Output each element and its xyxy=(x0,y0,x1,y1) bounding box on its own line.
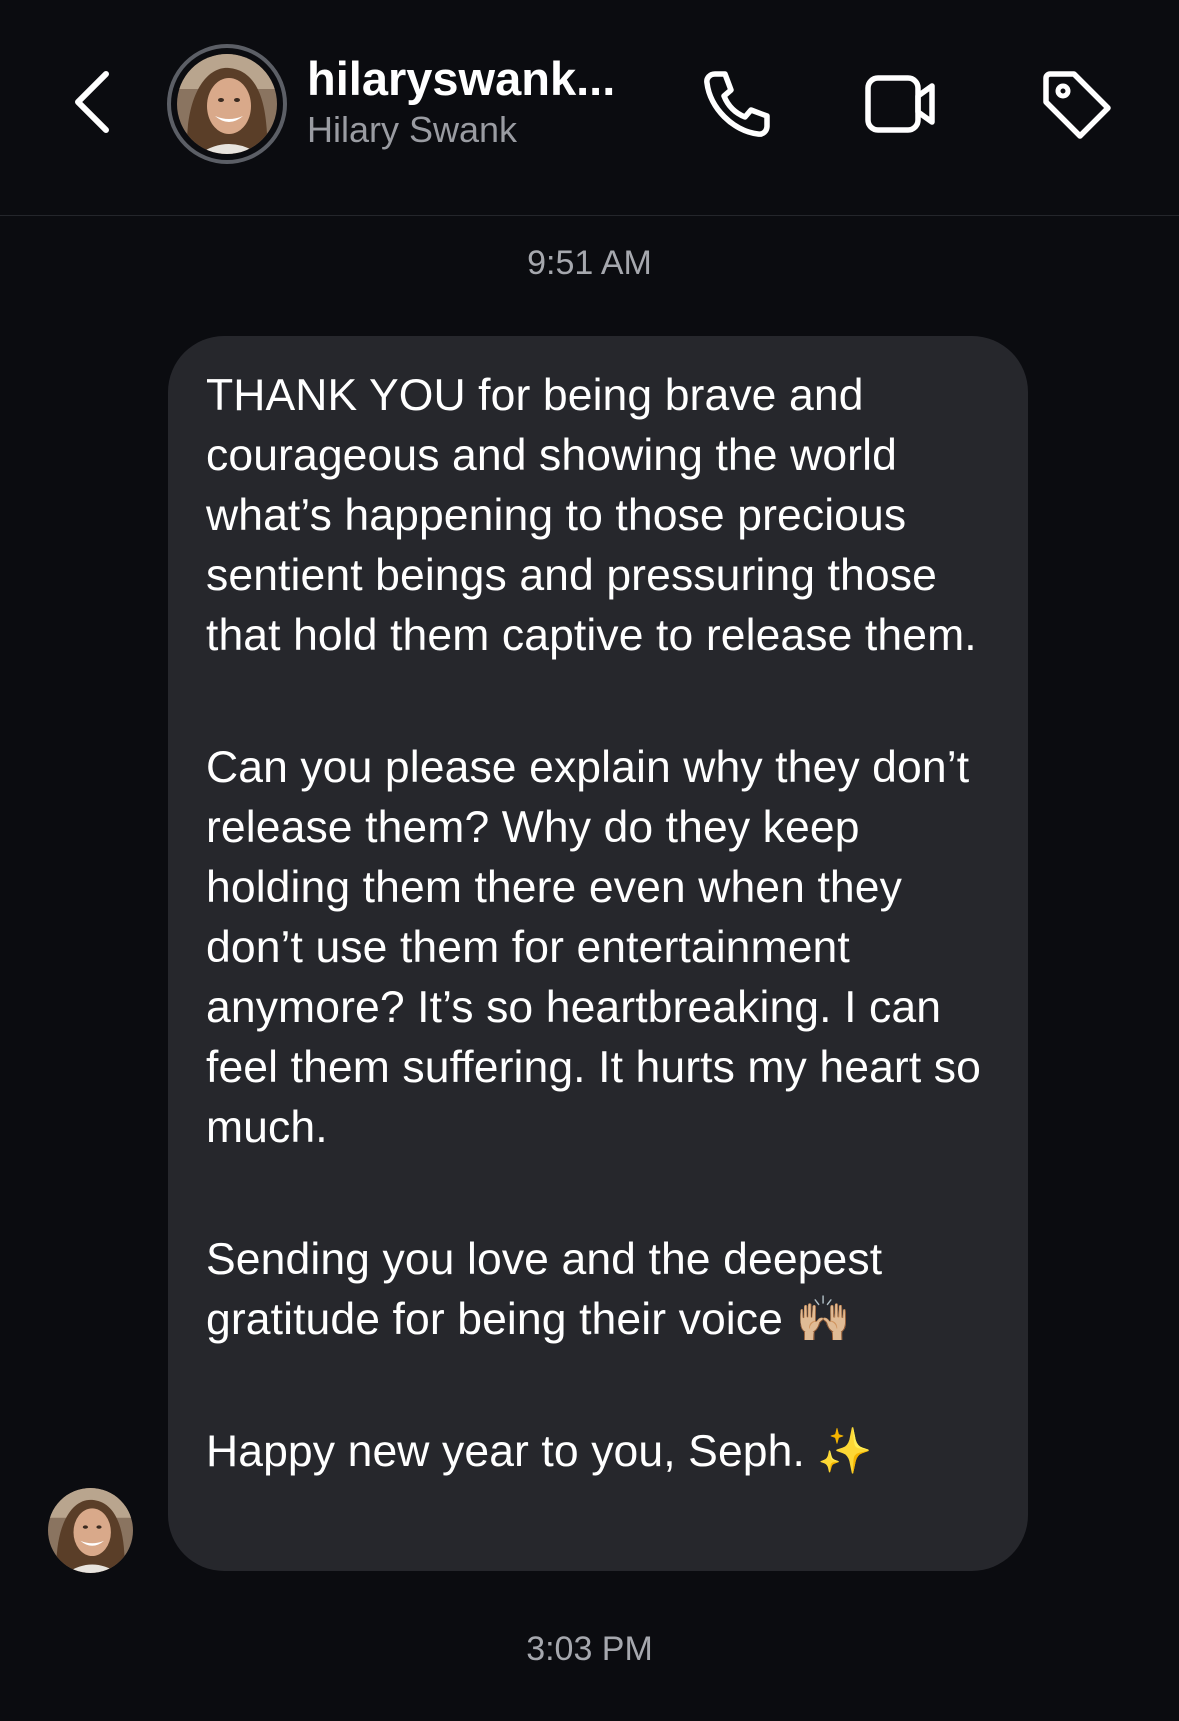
back-button[interactable] xyxy=(70,66,118,138)
tag-button[interactable] xyxy=(1036,64,1116,144)
message-paragraph: Happy new year to you, Seph. ✨ xyxy=(206,1427,873,1476)
message-paragraph: Can you please explain why they don’t re… xyxy=(206,743,981,1152)
message-timestamp: 3:03 PM xyxy=(526,1630,653,1668)
video-camera-icon xyxy=(865,75,935,133)
contact-title[interactable]: hilaryswank... Hilary Swank xyxy=(307,50,657,154)
chevron-left-icon xyxy=(75,71,109,133)
contact-username: hilaryswank... xyxy=(307,52,616,105)
message-paragraph: THANK YOU for being brave and courageous… xyxy=(206,371,977,660)
audio-call-button[interactable] xyxy=(695,64,775,144)
phone-icon xyxy=(704,71,770,137)
received-message-bubble[interactable]: THANK YOU for being brave and courageous… xyxy=(168,336,1028,1571)
message-paragraph: Sending you love and the deepest gratitu… xyxy=(206,1235,883,1344)
thread-header: hilaryswank... Hilary Swank xyxy=(0,0,1179,216)
contact-display-name: Hilary Swank xyxy=(307,109,518,150)
dm-thread-screen: hilaryswank... Hilary Swank 9:51 AM THAN… xyxy=(0,0,1179,1721)
message-timestamp: 9:51 AM xyxy=(527,244,652,282)
sender-avatar[interactable] xyxy=(48,1488,133,1573)
tag-icon xyxy=(1043,71,1111,139)
profile-photo xyxy=(48,1488,133,1573)
video-call-button[interactable] xyxy=(860,64,940,144)
contact-avatar[interactable] xyxy=(167,44,287,164)
profile-photo xyxy=(177,54,277,154)
